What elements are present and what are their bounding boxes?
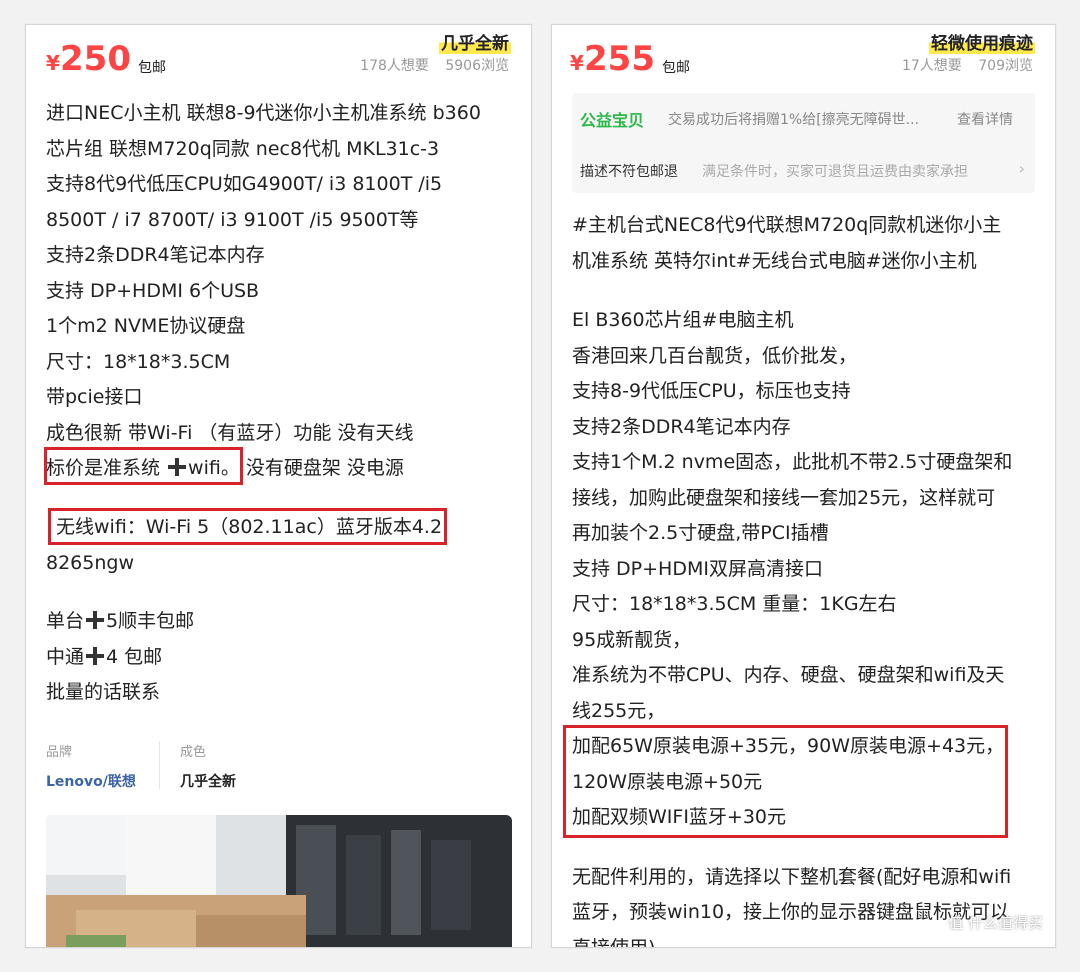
highlight-box <box>44 447 243 485</box>
shipping-label: 包邮 <box>138 60 166 76</box>
shipping-info: 单台 5顺丰包邮 中通 4 包邮 批量的话联系 <box>46 604 523 711</box>
charity-tag: 公益宝贝 <box>580 111 645 130</box>
desc-line: 直接使用) <box>572 936 656 948</box>
desc-line: 线255元， <box>572 699 666 722</box>
desc-line: 尺寸：18*18*3.5CM 重量：1KG左右 <box>572 593 897 615</box>
desc-line: El B360芯片组#电脑主机 <box>572 309 794 331</box>
desc-line: 准系统为不带CPU、内存、硬盘、硬盘架和wifi及天 <box>572 664 1005 686</box>
watermark: 值 什么值得买 <box>948 914 1043 932</box>
desc-line: 1个m2 NVME协议硬盘 <box>46 315 246 337</box>
bulk-line: 批量的话联系 <box>46 681 161 703</box>
desc-line: 支持2条DDR4笔记本内存 <box>572 415 791 438</box>
desc-line: 成色很新 带Wi-Fi （有蓝牙）功能 没有天线 <box>46 421 414 444</box>
ship-line: 中通 4 包邮 <box>46 645 163 668</box>
price-note-extra: 没有硬盘架 没电源 <box>245 457 404 479</box>
product-photo[interactable] <box>46 815 512 947</box>
desc-line: 带pcie接口 <box>46 386 143 408</box>
wants-count: 17人想要 <box>901 58 962 74</box>
condition-badge: 轻微使用痕迹 <box>929 29 1035 54</box>
views-count: 709浏览 <box>978 58 1033 74</box>
description: 进口NEC小主机 联想8-9代迷你小主机准系统 b360 芯片组 联想M720q… <box>46 96 523 487</box>
desc-line: 支持8-9代低压CPU，标压也支持 <box>572 380 851 402</box>
refund-tag: 描述不符包邮退 <box>580 164 678 180</box>
highlight-box <box>48 508 447 545</box>
desc-line: 支持8代9代低压CPU如G4900T/ i3 8100T /i5 <box>46 173 443 195</box>
currency-symbol: ¥ <box>570 51 584 75</box>
price: 250 <box>60 39 131 79</box>
stats: 17人想要 709浏览 <box>890 55 1033 75</box>
desc-line: #主机台式NEC8代9代联想M720q同款机迷你小主 <box>572 214 1002 236</box>
desc-line: 进口NEC小主机 联想8-9代迷你小主机准系统 b360 <box>46 102 481 124</box>
left-listing-panel: ¥ 250 包邮 几乎全新 178人想要 5906浏览 进口NEC小主机 联想8… <box>25 24 532 948</box>
refund-text: 满足条件时，买家可退货且运费由卖家承担 <box>702 164 968 180</box>
desc-line: 支持2条DDR4笔记本内存 <box>46 244 265 266</box>
brand-value[interactable]: Lenovo/联想 <box>46 771 136 791</box>
highlight-box <box>563 725 1008 838</box>
price-row: ¥ 255 包邮 轻微使用痕迹 17人想要 709浏览 <box>552 25 1055 85</box>
wifi-model: 8265ngw <box>46 551 134 574</box>
brand-label: 品牌 <box>46 745 73 760</box>
condition-value: 几乎全新 <box>180 774 236 790</box>
desc-line: 支持1个M.2 nvme固态，此批机不带2.5寸硬盘架和 <box>572 451 1013 473</box>
desc-line: 芯片组 联想M720q同款 nec8代机 MKL31c-3 <box>46 137 440 160</box>
desc-line: 机准系统 英特尔int#无线台式电脑#迷你小主机 <box>572 249 977 272</box>
desc-line: 尺寸：18*18*3.5CM <box>46 350 231 373</box>
shipping-label: 包邮 <box>662 60 690 76</box>
desc-line: 8500T / i7 8700T/ i3 9100T /i5 9500T等 <box>46 208 419 231</box>
desc-line: 95成新靓货， <box>572 628 692 651</box>
product-photo-image <box>46 815 512 947</box>
right-listing-panel: ¥ 255 包邮 轻微使用痕迹 17人想要 709浏览 公益宝贝 交易成功后将捐… <box>551 24 1056 948</box>
price-row: ¥ 250 包邮 几乎全新 178人想要 5906浏览 <box>26 25 531 85</box>
currency-symbol: ¥ <box>46 51 60 75</box>
desc-line: 香港回来几百台靓货，低价批发， <box>572 344 858 367</box>
condition-badge: 几乎全新 <box>439 29 511 54</box>
wants-count: 178人想要 <box>360 58 429 74</box>
desc-line: 无配件利用的，请选择以下整机套餐(配好电源和wifi <box>572 865 1012 888</box>
plus-icon <box>86 611 105 629</box>
desc-line: 支持 DP+HDMI 6个USB <box>46 279 260 302</box>
charity-text: 交易成功后将捐赠1%给[擦亮无障碍世... <box>668 112 920 128</box>
ship-line: 单台 5顺丰包邮 <box>46 610 195 632</box>
charity-details-link[interactable]: 查看详情 <box>957 109 1013 129</box>
stats: 178人想要 5906浏览 <box>348 55 509 75</box>
views-count: 5906浏览 <box>445 58 509 74</box>
condition-label: 成色 <box>180 745 207 760</box>
service-box: 公益宝贝 交易成功后将捐赠1%给[擦亮无障碍世... 查看详情 描述不符包邮退 … <box>572 93 1035 193</box>
desc-line: 支持 DP+HDMI双屏高清接口 <box>572 557 823 580</box>
desc-line: 接线，加购此硬盘架和接线一套加25元，这样就可 <box>572 486 996 509</box>
price: 255 <box>584 39 655 79</box>
desc-line: 再加装个2.5寸硬盘,带PCI插槽 <box>572 522 829 544</box>
divider <box>159 741 160 789</box>
chevron-right-icon[interactable]: › <box>1019 159 1025 178</box>
plus-icon <box>86 646 105 665</box>
